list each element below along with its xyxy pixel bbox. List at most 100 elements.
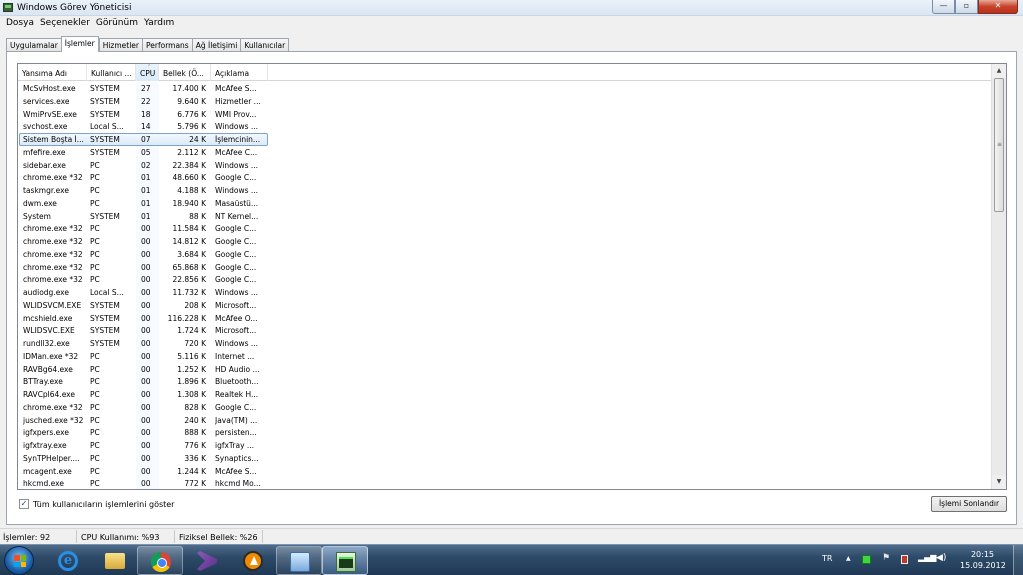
visual-studio-icon	[197, 551, 217, 571]
tab-performans[interactable]: Performans	[142, 38, 192, 52]
status-cpu-usage: CPU Kullanımı: %93	[81, 533, 160, 542]
table-row[interactable]: chrome.exe *32 PC 00 3.684 K Google C...	[18, 248, 993, 261]
tab-hizmetler[interactable]: Hizmetler	[98, 38, 143, 52]
table-row[interactable]: chrome.exe *32 PC 01 48.660 K Google C...	[18, 171, 993, 184]
table-row[interactable]: chrome.exe *32 PC 00 22.856 K Google C...	[18, 273, 993, 286]
cell-description: NT Kernel...	[215, 211, 259, 221]
table-row[interactable]: WLIDSVCM.EXE SYSTEM 00 208 K Microsoft...	[18, 299, 993, 312]
table-row[interactable]: WmiPrvSE.exe SYSTEM 18 6.776 K WMI Prov...	[18, 108, 993, 121]
column-header-user[interactable]: Kullanıcı ...	[87, 64, 136, 81]
table-row[interactable]: sidebar.exe PC 02 22.384 K Windows ...	[18, 159, 993, 172]
table-row[interactable]: RAVBg64.exe PC 00 1.252 K HD Audio ...	[18, 363, 993, 376]
process-list[interactable]: Yansıma Adı Kullanıcı ... ⌃ CPU Bellek (…	[17, 63, 1007, 490]
cell-cpu: 01	[141, 173, 151, 183]
show-all-users-option[interactable]: ✓ Tüm kullanıcıların işlemlerini göster	[19, 499, 174, 509]
cell-memory: 3.684 K	[177, 249, 206, 259]
tab-kullanicilar[interactable]: Kullanıcılar	[240, 38, 290, 52]
scroll-down-button[interactable]: ▼	[992, 475, 1006, 489]
cell-cpu: 00	[141, 326, 151, 336]
cell-description: Masaüstü...	[215, 198, 259, 208]
power-icon[interactable]	[901, 555, 908, 564]
network-signal-icon[interactable]: ▂▄▆	[918, 553, 936, 562]
table-row[interactable]: rundll32.exe SYSTEM 00 720 K Windows ...	[18, 337, 993, 350]
cell-user: PC	[90, 262, 100, 272]
menu-dosya[interactable]: Dosya	[4, 16, 38, 31]
tab-islemler[interactable]: İşlemler	[60, 36, 99, 52]
table-row[interactable]: services.exe SYSTEM 22 9.640 K Hizmetler ...	[18, 95, 993, 108]
maximize-button[interactable]: ▫	[955, 0, 978, 14]
table-row[interactable]: chrome.exe *32 PC 00 14.812 K Google C...	[18, 235, 993, 248]
taskbar-task-manager[interactable]	[322, 546, 368, 575]
cell-user: Local S...	[90, 122, 124, 132]
table-row[interactable]: BTTray.exe PC 00 1.896 K Bluetooth...	[18, 375, 993, 388]
taskbar-explorer[interactable]	[92, 546, 138, 575]
cell-description: persisten...	[215, 428, 257, 438]
cell-cpu: 00	[141, 428, 151, 438]
end-process-button[interactable]: İşlemi Sonlandır	[931, 496, 1007, 512]
table-row[interactable]: IDMan.exe *32 PC 00 5.116 K Internet ...	[18, 350, 993, 363]
vertical-scrollbar[interactable]: ▲ ≡ ▼	[991, 64, 1006, 489]
table-row[interactable]: RAVCpl64.exe PC 00 1.308 K Realtek H...	[18, 388, 993, 401]
table-row[interactable]: jusched.exe *32 PC 00 240 K Java(TM) ...	[18, 414, 993, 427]
menu-yardim[interactable]: Yardım	[142, 16, 178, 31]
taskbar-chrome[interactable]	[137, 546, 183, 575]
menu-gorunum[interactable]: Görünüm	[94, 16, 142, 31]
close-button[interactable]: ✕	[978, 0, 1018, 14]
action-center-flag-icon[interactable]: ⚑	[882, 553, 891, 563]
cell-image-name: svchost.exe	[23, 122, 68, 132]
cell-user: SYSTEM	[90, 211, 120, 221]
green-status-icon[interactable]	[862, 555, 871, 564]
table-row[interactable]: mcagent.exe PC 00 1.244 K McAfee S...	[18, 465, 993, 478]
menu-secenekler[interactable]: Seçenekler	[38, 16, 94, 31]
minimize-button[interactable]: —	[932, 0, 955, 14]
column-header-memory[interactable]: Bellek (Ö...	[159, 64, 211, 81]
status-divider	[262, 530, 263, 543]
table-row[interactable]: chrome.exe *32 PC 00 65.868 K Google C...	[18, 261, 993, 274]
table-row[interactable]: hkcmd.exe PC 00 772 K hkcmd Mo...	[18, 477, 993, 489]
table-row[interactable]: svchost.exe Local S... 14 5.796 K Windows ..…	[18, 120, 993, 133]
table-row[interactable]: igfxpers.exe PC 00 888 K persisten...	[18, 426, 993, 439]
scroll-up-button[interactable]: ▲	[992, 64, 1006, 78]
column-header-cpu[interactable]: ⌃ CPU	[136, 64, 159, 81]
table-row[interactable]: chrome.exe *32 PC 00 828 K Google C...	[18, 401, 993, 414]
table-row[interactable]: SynTPHelper.... PC 00 336 K Synaptics...	[18, 452, 993, 465]
scroll-grip-icon: ≡	[997, 141, 1003, 148]
language-indicator[interactable]: TR	[822, 554, 832, 563]
taskbar-vlc[interactable]	[230, 546, 276, 575]
cell-user: PC	[90, 390, 100, 399]
column-header-image-name[interactable]: Yansıma Adı	[18, 64, 87, 81]
table-row[interactable]: igfxtray.exe PC 00 776 K igfxTray ...	[18, 439, 993, 452]
table-row[interactable]: dwm.exe PC 01 18.940 K Masaüstü...	[18, 197, 993, 210]
clock[interactable]: 20:15 15.09.2012	[960, 549, 1006, 571]
cell-image-name: taskmgr.exe	[23, 186, 69, 195]
show-desktop-button[interactable]	[1013, 545, 1023, 575]
cell-memory: 88 K	[189, 211, 206, 221]
show-all-users-checkbox[interactable]: ✓	[19, 499, 29, 509]
taskbar-network[interactable]	[276, 546, 322, 575]
table-row[interactable]: McSvHost.exe SYSTEM 27 17.400 K McAfee S...	[18, 82, 993, 95]
table-row[interactable]: taskmgr.exe PC 01 4.188 K Windows ...	[18, 184, 993, 197]
volume-icon[interactable]: ◀)	[936, 553, 946, 563]
cell-user: SYSTEM	[90, 300, 120, 310]
cell-image-name: dwm.exe	[23, 198, 57, 208]
table-row[interactable]: Sistem Boşta İ... SYSTEM 07 24 K İşlemcinin.…	[18, 133, 993, 146]
window-controls: — ▫ ✕	[932, 0, 1018, 14]
cell-user: PC	[90, 428, 100, 438]
cell-description: Windows ...	[215, 288, 259, 297]
scroll-thumb[interactable]: ≡	[994, 78, 1004, 212]
tab-uygulamalar[interactable]: Uygulamalar	[6, 38, 61, 52]
cell-description: hkcmd Mo...	[215, 479, 261, 489]
table-row[interactable]: System SYSTEM 01 88 K NT Kernel...	[18, 210, 993, 223]
table-row[interactable]: chrome.exe *32 PC 00 11.584 K Google C...	[18, 222, 993, 235]
taskbar-visual-studio[interactable]	[184, 546, 230, 575]
show-hidden-icons-icon[interactable]: ▲	[846, 555, 855, 564]
table-row[interactable]: mfefire.exe SYSTEM 05 2.112 K McAfee C...	[18, 146, 993, 159]
tab-ag-iletisimi[interactable]: Ağ İletişimi	[191, 38, 241, 52]
taskbar-internet-explorer[interactable]: e	[45, 546, 91, 575]
column-header-description[interactable]: Açıklama	[211, 64, 268, 81]
table-row[interactable]: WLIDSVC.EXE SYSTEM 00 1.724 K Microsoft...	[18, 324, 993, 337]
cell-image-name: hkcmd.exe	[23, 479, 64, 489]
table-row[interactable]: mcshield.exe SYSTEM 00 116.228 K McAfee O...	[18, 312, 993, 325]
start-button[interactable]	[4, 546, 34, 575]
table-row[interactable]: audiodg.exe Local S... 00 11.732 K Windows .…	[18, 286, 993, 299]
